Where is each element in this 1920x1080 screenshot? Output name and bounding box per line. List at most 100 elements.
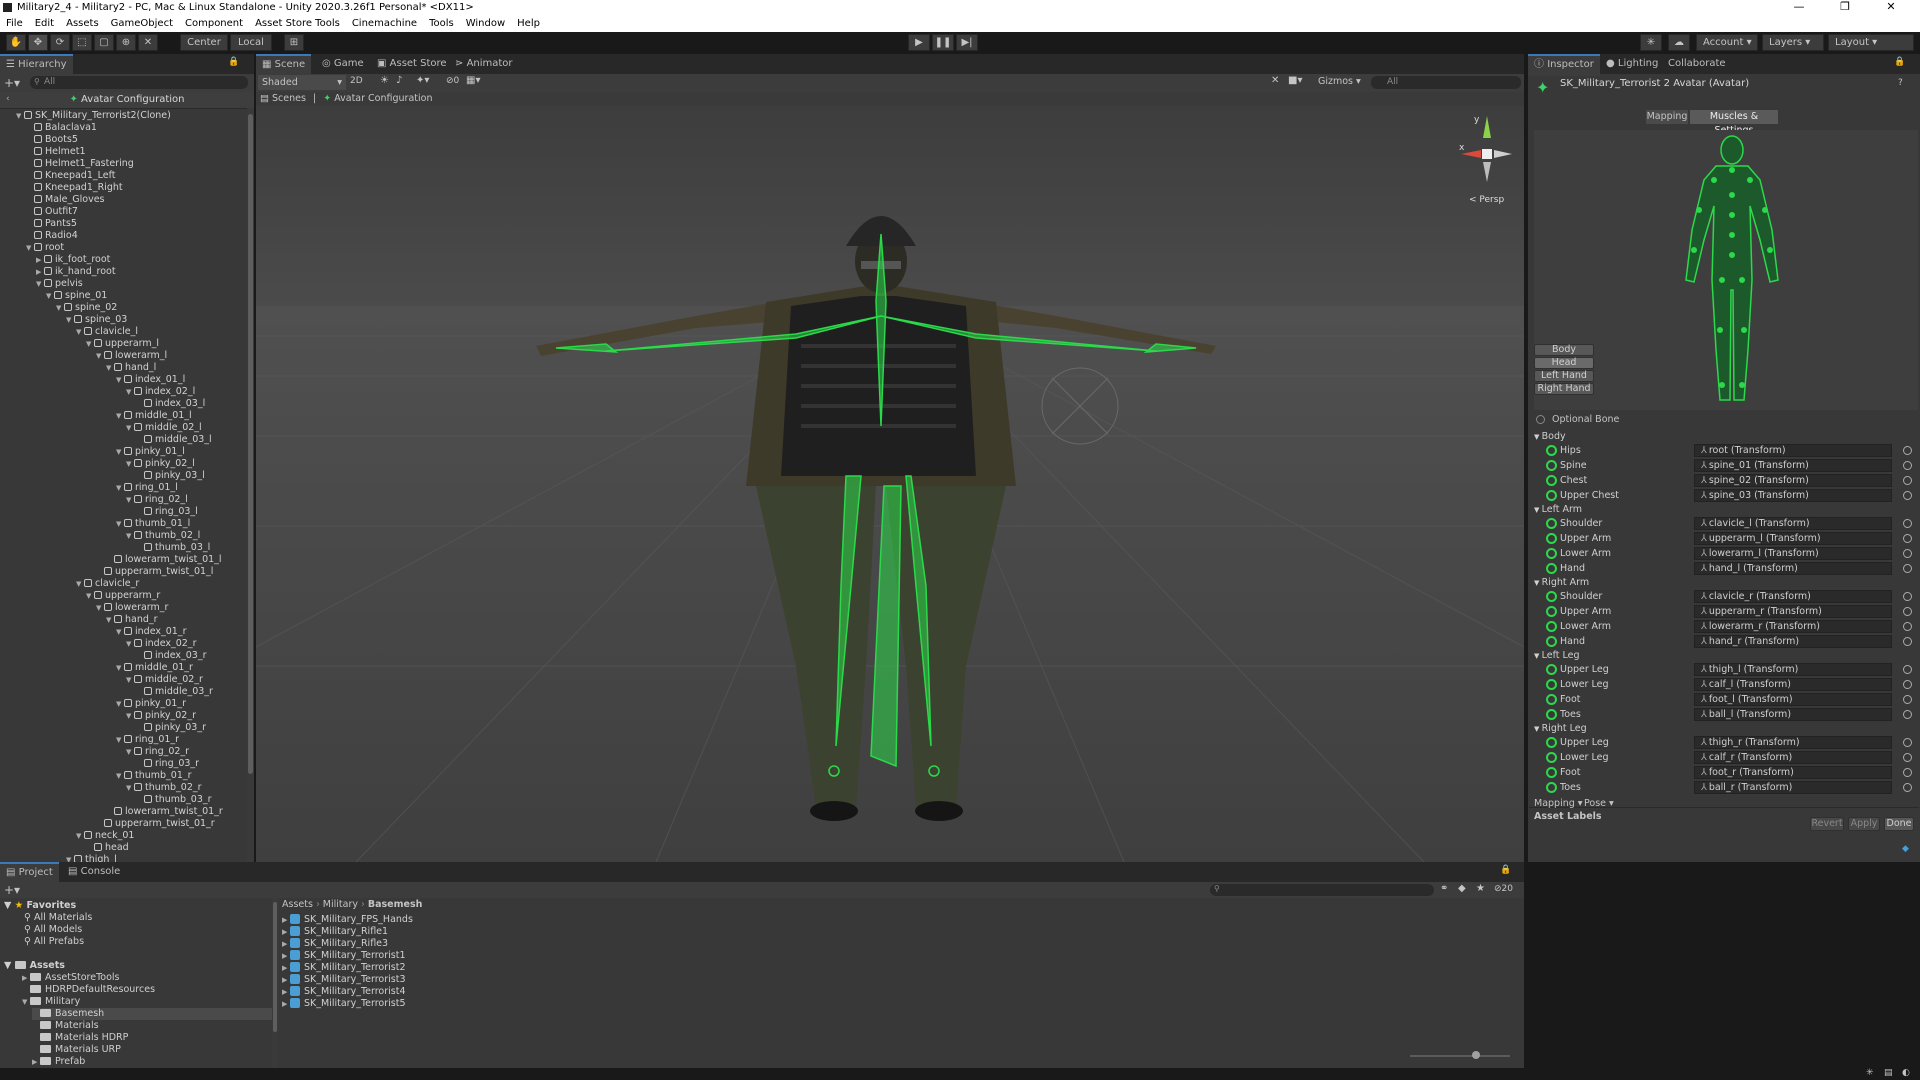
- tab-asset-store[interactable]: ▣ Asset Store: [371, 54, 453, 74]
- hierarchy-item[interactable]: Male_Gloves: [34, 194, 104, 206]
- hierarchy-item[interactable]: upperarm_twist_01_l: [104, 566, 213, 578]
- hierarchy-item[interactable]: Helmet1_Fastering: [34, 158, 134, 170]
- bone-transform-field[interactable]: ⅄ spine_02 (Transform): [1694, 474, 1892, 487]
- tab-animator[interactable]: ⋗ Animator: [449, 54, 519, 74]
- grid-toggle-icon[interactable]: ▦▾: [466, 75, 480, 86]
- hierarchy-item[interactable]: ▼ clavicle_l: [76, 326, 138, 338]
- bug-icon[interactable]: ✳: [1866, 1068, 1874, 1078]
- hierarchy-item[interactable]: Outfit7: [34, 206, 78, 218]
- expand-arrow-icon[interactable]: ▶: [282, 962, 290, 974]
- rotate-tool-icon[interactable]: ⟳: [50, 34, 70, 51]
- tab-console[interactable]: ▤ Console: [62, 862, 126, 882]
- hand-tool-icon[interactable]: ✋: [6, 34, 26, 51]
- group-arrow-icon[interactable]: ▼: [1534, 652, 1542, 660]
- bone-transform-field[interactable]: ⅄ foot_l (Transform): [1694, 693, 1892, 706]
- bone-transform-field[interactable]: ⅄ root (Transform): [1694, 444, 1892, 457]
- expand-arrow-icon[interactable]: ▼: [126, 422, 134, 434]
- hierarchy-item[interactable]: ring_03_r: [144, 758, 199, 770]
- expand-arrow-icon[interactable]: ▼: [116, 410, 124, 422]
- expand-arrow-icon[interactable]: ▼: [116, 374, 124, 386]
- expand-arrow-icon[interactable]: ▼: [36, 278, 44, 290]
- expand-arrow-icon[interactable]: ▼: [126, 386, 134, 398]
- expand-arrow-icon[interactable]: ▼: [66, 314, 74, 326]
- asset-folder[interactable]: Materials: [32, 1020, 99, 1032]
- bone-transform-field[interactable]: ⅄ clavicle_r (Transform): [1694, 590, 1892, 603]
- mapping-tab[interactable]: Mapping: [1646, 110, 1688, 124]
- body-button[interactable]: Body: [1534, 344, 1594, 356]
- hierarchy-item[interactable]: index_03_r: [144, 650, 207, 662]
- bone-transform-field[interactable]: ⅄ thigh_r (Transform): [1694, 736, 1892, 749]
- menu-edit[interactable]: Edit: [29, 15, 60, 29]
- menu-file[interactable]: File: [0, 15, 29, 29]
- hierarchy-item[interactable]: ▼ middle_02_l: [126, 422, 202, 434]
- bone-transform-field[interactable]: ⅄ lowerarm_l (Transform): [1694, 547, 1892, 560]
- minimize-button[interactable]: —: [1776, 0, 1822, 15]
- hierarchy-item[interactable]: ▼ spine_02: [56, 302, 117, 314]
- asset-file[interactable]: ▶ SK_Military_Terrorist2: [282, 962, 406, 974]
- hierarchy-item[interactable]: pinky_03_r: [144, 722, 206, 734]
- filter-by-label-icon[interactable]: ◆: [1458, 883, 1466, 894]
- asset-file[interactable]: ▶ SK_Military_FPS_Hands: [282, 914, 413, 926]
- object-picker-icon[interactable]: [1903, 446, 1912, 455]
- bone-transform-field[interactable]: ⅄ hand_r (Transform): [1694, 635, 1892, 648]
- hierarchy-item[interactable]: lowerarm_twist_01_r: [114, 806, 223, 818]
- bone-transform-field[interactable]: ⅄ calf_l (Transform): [1694, 678, 1892, 691]
- expand-arrow-icon[interactable]: ▼: [116, 626, 124, 638]
- audio-toggle-icon[interactable]: ♪: [396, 75, 402, 86]
- expand-arrow-icon[interactable]: ▼: [116, 482, 124, 494]
- avatar-breadcrumb[interactable]: ✦ Avatar Configuration: [323, 93, 432, 104]
- menu-assets[interactable]: Assets: [60, 15, 105, 29]
- bone-group-header[interactable]: ▼ Left Leg: [1534, 650, 1580, 661]
- favorite-all-models[interactable]: ⚲ All Models: [24, 924, 82, 936]
- hierarchy-scrollbar-thumb[interactable]: [248, 114, 253, 774]
- hierarchy-item[interactable]: ▼ clavicle_r: [76, 578, 139, 590]
- asset-folder[interactable]: HDRPDefaultResources: [22, 984, 155, 996]
- hierarchy-item[interactable]: pinky_03_l: [144, 470, 205, 482]
- menu-component[interactable]: Component: [179, 15, 249, 29]
- tab-inspector[interactable]: ⓘ Inspector: [1528, 54, 1600, 76]
- expand-arrow-icon[interactable]: ▼: [116, 734, 124, 746]
- head-button[interactable]: Head: [1534, 357, 1594, 369]
- expand-arrow-icon[interactable]: ▼: [16, 110, 24, 122]
- expand-arrow-icon[interactable]: ▼: [126, 530, 134, 542]
- expand-arrow-icon[interactable]: ▼: [116, 518, 124, 530]
- hierarchy-item[interactable]: ▼ spine_01: [46, 290, 107, 302]
- hierarchy-item[interactable]: Balaclava1: [34, 122, 97, 134]
- persp-label[interactable]: < Persp: [1469, 195, 1504, 205]
- favorite-all-prefabs[interactable]: ⚲ All Prefabs: [24, 936, 84, 948]
- move-tool-icon[interactable]: ✥: [28, 34, 48, 51]
- hierarchy-item[interactable]: ▼ spine_03: [66, 314, 127, 326]
- expand-arrow-icon[interactable]: ▼: [116, 770, 124, 782]
- hierarchy-item[interactable]: middle_03_l: [144, 434, 212, 446]
- hierarchy-item[interactable]: ▼ ring_02_l: [126, 494, 188, 506]
- object-picker-icon[interactable]: [1903, 592, 1912, 601]
- object-picker-icon[interactable]: [1903, 622, 1912, 631]
- hierarchy-item[interactable]: ▼ ring_02_r: [126, 746, 189, 758]
- hierarchy-item[interactable]: ▼ lowerarm_l: [96, 350, 167, 362]
- object-picker-icon[interactable]: [1903, 476, 1912, 485]
- transform-tool-icon[interactable]: ⊕: [116, 34, 136, 51]
- group-arrow-icon[interactable]: ▼: [1534, 579, 1542, 587]
- hierarchy-item[interactable]: ▶ ik_hand_root: [36, 266, 116, 278]
- object-picker-icon[interactable]: [1903, 491, 1912, 500]
- hierarchy-item[interactable]: ▼ thumb_02_l: [126, 530, 200, 542]
- favorites-header[interactable]: ▼ ★ Favorites: [4, 900, 76, 912]
- object-picker-icon[interactable]: [1903, 738, 1912, 747]
- label-tag-icon[interactable]: ◆: [1902, 844, 1909, 854]
- step-button[interactable]: ▶|: [956, 34, 978, 51]
- bone-group-header[interactable]: ▼ Left Arm: [1534, 504, 1582, 515]
- hierarchy-item[interactable]: ▼ ring_01_r: [116, 734, 179, 746]
- expand-arrow-icon[interactable]: ▶: [282, 950, 290, 962]
- hierarchy-item[interactable]: ▼ ring_01_l: [116, 482, 178, 494]
- collab-icon[interactable]: ✳: [1640, 34, 1662, 51]
- expand-arrow-icon[interactable]: ▼: [126, 746, 134, 758]
- hierarchy-item[interactable]: Helmet1: [34, 146, 86, 158]
- expand-arrow-icon[interactable]: ▼: [86, 590, 94, 602]
- expand-arrow-icon[interactable]: ▼: [96, 350, 104, 362]
- hierarchy-item[interactable]: ▼ index_01_l: [116, 374, 185, 386]
- expand-arrow-icon[interactable]: ▼: [116, 662, 124, 674]
- expand-arrow-icon[interactable]: ▼: [76, 578, 84, 590]
- hierarchy-item[interactable]: ▼ lowerarm_r: [96, 602, 168, 614]
- hierarchy-item[interactable]: thumb_03_l: [144, 542, 210, 554]
- scene-viewport[interactable]: y x < Persp: [256, 106, 1524, 862]
